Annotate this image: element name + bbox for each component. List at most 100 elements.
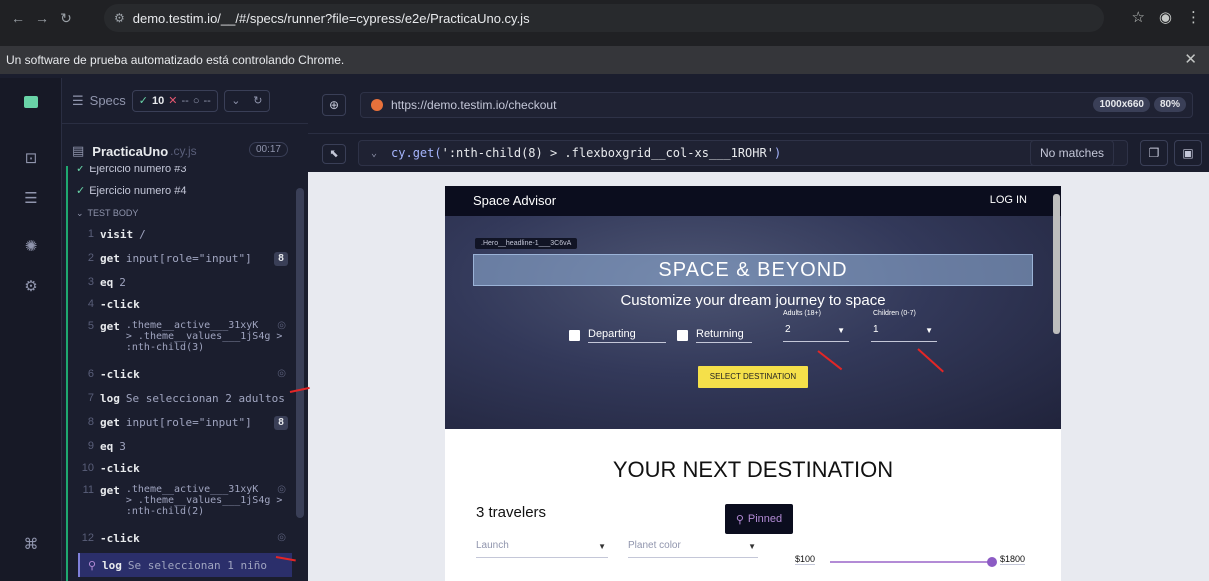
bookmark-star-icon[interactable]: ☆ [1131,8,1144,26]
spec-duration: 00:17 [248,142,288,157]
copy-icon[interactable]: ❐ [1140,140,1168,166]
aut-url-text: https://demo.testim.io/checkout [391,98,557,112]
calendar-icon [569,330,580,341]
eye-slash-icon: ◎ [277,320,286,331]
address-text[interactable]: demo.testim.io/__/#/specs/runner?file=cy… [133,11,530,26]
print-to-console-icon[interactable]: ▣ [1174,140,1202,166]
reload-icon[interactable]: ↻ [54,10,78,27]
command-list: ✓ Ejercicio numero #3 ✓ Ejercicio numero #… [62,166,296,581]
reporter-header: ☰ Specs ✓ 10 ✕ -- ○ -- ⌄ ↻ [62,78,308,124]
check-icon: ✓ [76,166,86,175]
select-destination-button[interactable]: SELECT DESTINATION [698,366,808,388]
automation-banner-text: Un software de prueba automatizado está … [6,53,345,67]
chrome-menu-icon[interactable]: ⋮ [1186,8,1201,26]
failed-icon: ✕ [168,95,178,107]
command-row[interactable]: 11 get .theme__active___31xyK > .theme__va… [78,484,292,517]
children-label: Children (0-7) [873,310,916,317]
specs-list-icon[interactable]: ☰ [72,93,84,109]
hero-section: .Hero__headline-1___3C6vA SPACE & BEYOND… [445,216,1061,429]
command-row[interactable]: 10 -click [78,462,292,475]
command-row[interactable]: 7 log Se seleccionan 2 adultos [78,392,292,405]
adults-dropdown[interactable]: 2 ▼ [783,324,849,342]
test-title-current[interactable]: ✓ Ejercicio numero #4 [76,184,186,197]
price-slider-handle[interactable] [987,557,997,567]
test-title-prev[interactable]: ✓ Ejercicio numero #3 [76,166,186,175]
profile-icon[interactable]: ◉ [1159,8,1172,26]
chevron-down-icon[interactable]: ⌄ [225,91,247,111]
pin-icon: ⚲ [87,559,96,572]
command-row[interactable]: 3 eq 2 [78,276,292,289]
command-row[interactable]: 5 get .theme__active___31xyK > .theme__val… [78,320,292,353]
spec-file-icon: ▤ [72,143,85,158]
debug-bug-icon[interactable]: ✺ [20,236,42,258]
match-count-badge: 8 [274,416,288,430]
selector-input[interactable]: ⌄ cy.get(':nth-child(8) > .flexboxgrid__… [358,140,1128,166]
children-dropdown[interactable]: 1 ▼ [871,324,937,342]
aut-header: ⊕ https://demo.testim.io/checkout 1000x6… [308,78,1209,134]
calendar-icon [677,330,688,341]
match-count-badge: 8 [274,252,288,266]
departing-field[interactable]: Departing [569,328,666,343]
pass-indicator-line [66,166,68,581]
back-icon[interactable]: ← [6,10,30,26]
command-row[interactable]: 9 eq 3 [78,440,292,453]
price-slider-track[interactable] [830,561,990,563]
viewport-zoom[interactable]: 80% [1153,97,1186,112]
caret-down-icon: ▼ [837,326,845,335]
command-row[interactable]: 1 visit / [78,228,292,241]
command-row[interactable]: 12 -click ◎ [78,532,292,545]
failed-count: -- [181,94,189,107]
address-bar[interactable]: ⚙ demo.testim.io/__/#/specs/runner?file=… [104,4,1198,32]
settings-gear-icon[interactable]: ⚙ [20,276,42,298]
automation-banner: Un software de prueba automatizado está … [0,46,1209,74]
close-icon[interactable]: ✕ [1184,50,1197,68]
runs-nav-icon[interactable]: ☰ [20,188,42,210]
spec-extension: .cy.js [170,144,197,158]
eye-slash-icon: ◎ [277,368,286,379]
next-destination-heading: YOUR NEXT DESTINATION [612,457,894,482]
returning-field[interactable]: Returning [677,328,752,343]
command-log-scrollbar[interactable] [296,188,304,518]
chevron-down-icon: ⌄ [76,208,84,218]
specs-label[interactable]: Specs [90,93,126,108]
command-row[interactable]: 4 -click [78,298,292,311]
crosshair-icon[interactable]: ⊕ [322,94,346,116]
selector-match-count: No matches [1030,140,1114,166]
login-link[interactable]: LOG IN [990,194,1027,206]
caret-down-icon: ▼ [925,326,933,335]
chevron-down-icon[interactable]: ⌄ [371,148,377,159]
viewport-info: 1000x660 80% [1093,97,1186,112]
pending-count: -- [203,94,211,107]
passed-icon: ✓ [138,95,149,107]
rerun-icon[interactable]: ↻ [247,91,269,111]
command-row[interactable]: 6 -click ◎ [78,368,292,381]
spec-title-bar: ▤ PracticaUno .cy.js 00:17 [62,136,296,166]
forward-icon[interactable]: → [30,10,54,26]
viewport-size[interactable]: 1000x660 [1093,97,1150,112]
keyboard-shortcuts-icon[interactable]: ⌘ [20,534,42,556]
aut-url-bar[interactable]: https://demo.testim.io/checkout 1000x660… [360,92,1193,118]
eye-slash-icon: ◎ [277,484,286,495]
planet-color-dropdown[interactable]: Planet color ▼ [628,540,758,558]
test-body-header[interactable]: ⌄ TEST BODY [76,208,138,219]
reporter-controls: ⌄ ↻ [223,89,270,112]
specs-nav-icon[interactable]: ⊡ [20,148,42,170]
launch-dropdown[interactable]: Launch ▼ [476,540,608,558]
command-row[interactable]: 8 get input[role="input"] 8 [78,416,292,430]
app-logo[interactable]: Space Advisor [473,193,556,208]
site-settings-icon[interactable]: ⚙ [114,11,125,25]
app-scrollbar[interactable] [1053,194,1060,334]
selector-pointer-icon[interactable]: ⬉ [322,144,346,164]
test-stats: ✓ 10 ✕ -- ○ -- [131,89,218,112]
hero-subtitle: Customize your dream journey to space [620,292,886,309]
pinned-button[interactable]: ⚲ Pinned [725,504,793,534]
pending-icon: ○ [192,94,200,107]
command-row-selected[interactable]: ⚲ log Se seleccionan 1 niño [78,553,292,577]
travelers-count: 3 travelers [476,504,547,521]
caret-down-icon: ▼ [598,542,606,551]
cypress-logo-icon [24,96,38,108]
eye-slash-icon: ◎ [277,532,286,543]
command-row[interactable]: 2 get input[role="input"] 8 [78,252,292,266]
price-max: $1800 [1000,554,1026,565]
command-log-panel: ☰ Specs ✓ 10 ✕ -- ○ -- ⌄ ↻ ▤ PracticaUno… [62,78,308,581]
